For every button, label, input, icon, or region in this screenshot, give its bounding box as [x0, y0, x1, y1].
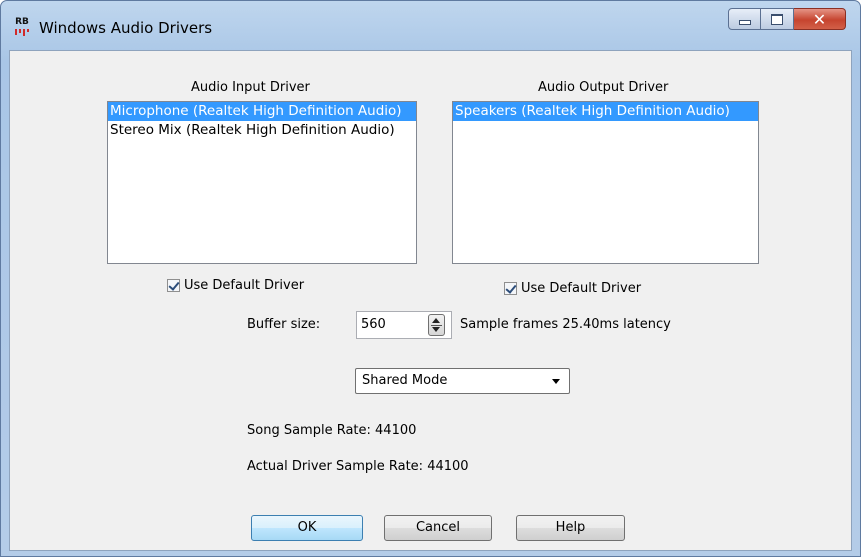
cancel-button[interactable]: Cancel [384, 515, 492, 541]
song-sample-rate: Song Sample Rate: 44100 [247, 423, 417, 438]
output-use-default-checkbox[interactable]: Use Default Driver [504, 281, 641, 296]
maximize-icon [771, 13, 783, 25]
spin-up-icon [432, 318, 440, 323]
dialog-window: RB Windows Audio Drivers ✕ Audio Input D… [0, 0, 861, 557]
checkbox-checked-icon [504, 282, 517, 295]
driver-sample-rate: Actual Driver Sample Rate: 44100 [247, 459, 469, 474]
close-icon: ✕ [812, 9, 827, 29]
minimize-button[interactable] [728, 8, 761, 30]
maximize-button[interactable] [761, 8, 794, 30]
output-use-default-label: Use Default Driver [521, 281, 642, 296]
help-button[interactable]: Help [516, 515, 625, 541]
caption-buttons: ✕ [728, 8, 846, 30]
chevron-down-icon [552, 379, 560, 384]
mode-select-value: Shared Mode [362, 373, 448, 388]
buffer-size-value: 560 [361, 317, 386, 332]
checkbox-checked-icon [167, 279, 180, 292]
dialog-client-area: Audio Input Driver Audio Output Driver M… [9, 50, 852, 551]
buffer-size-label: Buffer size: [247, 317, 321, 332]
input-driver-list[interactable]: Microphone (Realtek High Definition Audi… [107, 101, 417, 264]
list-item[interactable]: Stereo Mix (Realtek High Definition Audi… [108, 121, 416, 140]
title-bar[interactable]: RB Windows Audio Drivers ✕ [1, 1, 860, 51]
spin-down-icon [432, 327, 440, 332]
input-use-default-checkbox[interactable]: Use Default Driver [167, 278, 304, 293]
close-button[interactable]: ✕ [794, 8, 846, 30]
output-driver-heading: Audio Output Driver [538, 80, 669, 95]
app-icon: RB [12, 18, 32, 38]
list-item[interactable]: Speakers (Realtek High Definition Audio) [453, 102, 758, 121]
mode-select[interactable]: Shared Mode [355, 368, 570, 394]
input-driver-heading: Audio Input Driver [191, 80, 310, 95]
window-title: Windows Audio Drivers [39, 19, 213, 37]
buffer-latency-text: Sample frames 25.40ms latency [460, 317, 671, 332]
minimize-icon [738, 20, 751, 25]
output-driver-list[interactable]: Speakers (Realtek High Definition Audio) [452, 101, 759, 264]
buffer-size-spinner[interactable] [428, 314, 445, 336]
input-use-default-label: Use Default Driver [184, 278, 305, 293]
ok-button[interactable]: OK [251, 515, 363, 541]
app-icon-text: RB [15, 17, 29, 27]
list-item[interactable]: Microphone (Realtek High Definition Audi… [108, 102, 416, 121]
